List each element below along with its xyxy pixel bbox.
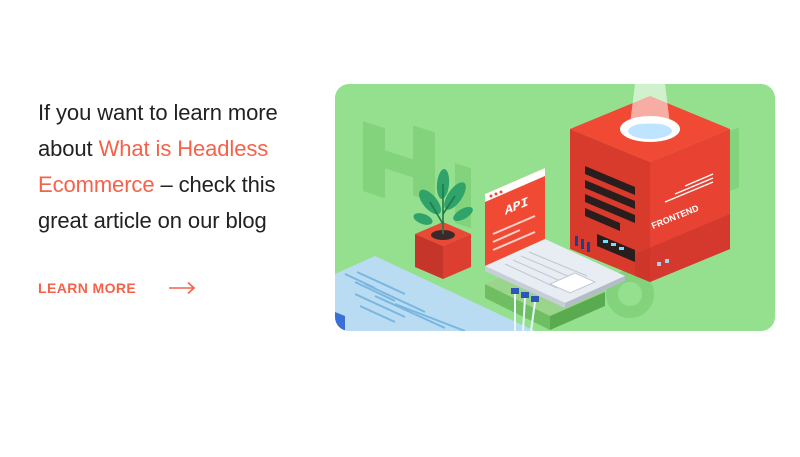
- frontend-server-icon: FRONTEND: [570, 84, 730, 282]
- learn-more-button[interactable]: LEARN MORE: [38, 280, 196, 296]
- illustration-canvas: API FRONTEND: [335, 84, 739, 331]
- promo-text: If you want to learn more about What is …: [38, 95, 328, 239]
- arrow-right-icon: [169, 281, 196, 295]
- learn-more-label: LEARN MORE: [38, 280, 137, 296]
- headless-ecommerce-illustration: API FRONTEND: [335, 84, 775, 331]
